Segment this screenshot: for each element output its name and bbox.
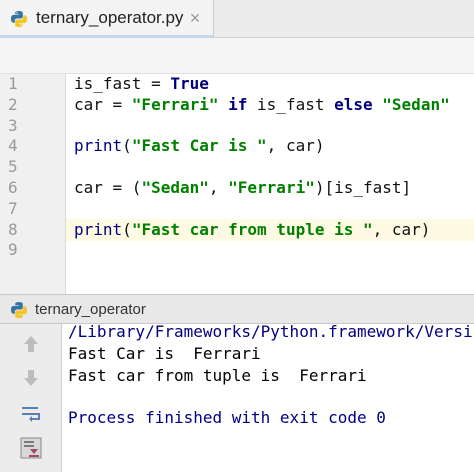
line-number: 8 bbox=[8, 219, 18, 239]
run-panel-header: ternary_operator bbox=[0, 294, 474, 324]
line-number: 9 bbox=[8, 240, 18, 260]
string-token: "Ferrari" bbox=[131, 94, 219, 114]
line-number: 6 bbox=[8, 178, 18, 197]
code-token: ( bbox=[122, 219, 132, 239]
tab-ternary-operator[interactable]: ternary_operator.py × bbox=[0, 0, 214, 38]
line-number: 3 bbox=[8, 115, 18, 135]
line-number: 1 bbox=[8, 74, 18, 93]
editor-top-strip bbox=[0, 38, 474, 74]
python-file-icon bbox=[11, 11, 27, 27]
keyword-token: else bbox=[334, 94, 373, 114]
string-token: "Sedan" bbox=[382, 94, 450, 114]
line-number: 7 bbox=[8, 198, 18, 218]
code-token: car = ( bbox=[74, 178, 142, 197]
editor-tab-bar: ternary_operator.py × bbox=[0, 0, 474, 38]
builtin-token: print bbox=[74, 136, 123, 156]
keyword-token: True bbox=[170, 74, 209, 93]
code-token: ( bbox=[122, 136, 132, 156]
code-token: )[is_fast] bbox=[314, 178, 412, 197]
code-editor[interactable]: 1 2 3 4 5 6 7 8 9 is_fast = True car = "F… bbox=[0, 74, 474, 294]
down-arrow-icon[interactable] bbox=[17, 364, 45, 392]
code-token: , bbox=[208, 178, 229, 197]
tab-label: ternary_operator.py bbox=[36, 8, 184, 27]
run-config-title[interactable]: ternary_operator bbox=[35, 301, 146, 318]
line-number: 2 bbox=[8, 94, 18, 114]
code-line[interactable]: print("Fast car from tuple is ", car) bbox=[74, 220, 430, 241]
close-icon[interactable]: × bbox=[186, 9, 204, 27]
line-number-gutter: 1 2 3 4 5 6 7 8 9 bbox=[0, 74, 66, 294]
builtin-token: print bbox=[74, 219, 123, 239]
line-number: 4 bbox=[8, 136, 18, 156]
code-line[interactable]: is_fast = True bbox=[74, 74, 209, 95]
exit-status-line: Process finished with exit code 0 bbox=[68, 408, 386, 427]
code-line[interactable]: car = "Ferrari" if is_fast else "Sedan" bbox=[74, 95, 450, 116]
code-line[interactable]: print("Fast Car is ", car) bbox=[74, 136, 324, 157]
code-token: is_fast bbox=[247, 94, 335, 114]
soft-wrap-icon[interactable] bbox=[17, 400, 45, 428]
code-line[interactable]: car = ("Sedan", "Ferrari")[is_fast] bbox=[74, 178, 411, 199]
output-line: Fast Car is Ferrari bbox=[68, 344, 261, 363]
keyword-token: if bbox=[228, 94, 248, 114]
string-token: "Fast Car is " bbox=[131, 136, 267, 156]
string-token: "Ferrari" bbox=[228, 178, 315, 197]
run-toolbar bbox=[0, 324, 62, 472]
output-line: Fast car from tuple is Ferrari bbox=[68, 366, 367, 385]
code-token: is_fast = bbox=[74, 74, 171, 93]
line-number: 5 bbox=[8, 157, 18, 177]
code-token: car = bbox=[74, 94, 132, 114]
string-token: "Sedan" bbox=[141, 178, 209, 197]
up-arrow-icon[interactable] bbox=[17, 330, 45, 358]
string-token: "Fast car from tuple is " bbox=[131, 219, 373, 239]
python-run-icon bbox=[11, 302, 27, 318]
console-output[interactable]: /Library/Frameworks/Python.framework/Ver… bbox=[62, 324, 474, 472]
code-token: , car) bbox=[372, 219, 431, 239]
code-token: , car) bbox=[266, 136, 325, 156]
scroll-to-end-icon[interactable] bbox=[17, 434, 45, 462]
interpreter-path-line: /Library/Frameworks/Python.framework/Ver… bbox=[68, 324, 473, 341]
